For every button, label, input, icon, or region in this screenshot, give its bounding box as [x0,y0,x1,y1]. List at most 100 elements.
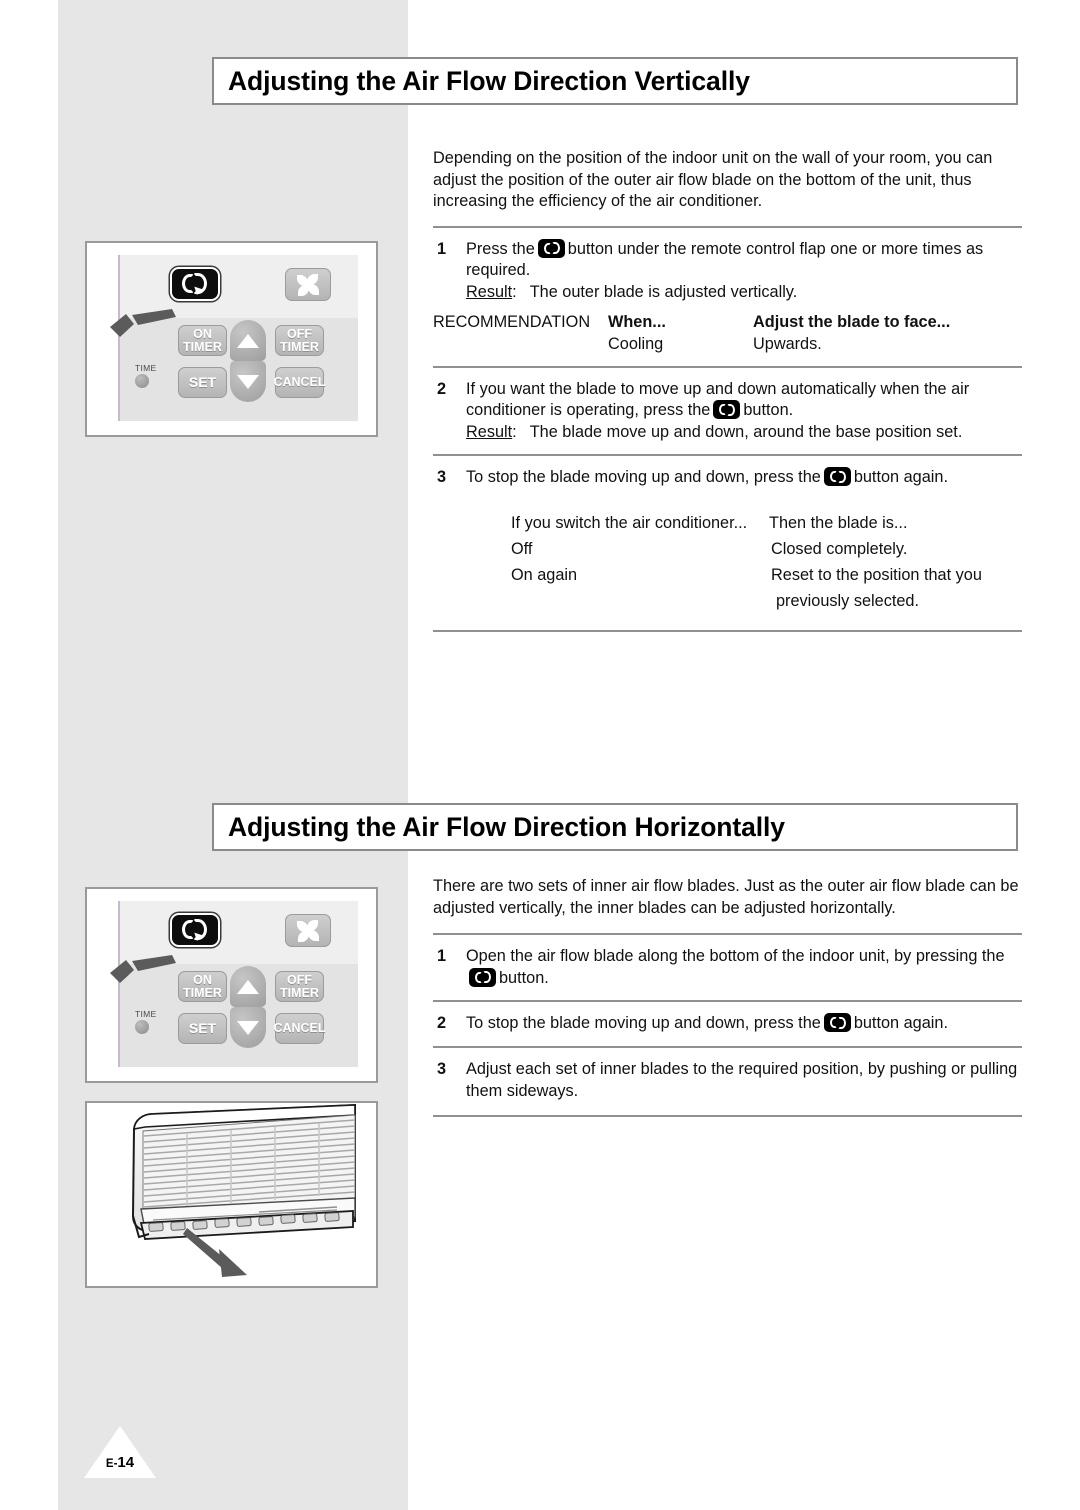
recommendation-header-adjust: Adjust the blade to face... [753,312,951,331]
remote-control-body: ON TIMER SET OFF TIMER CANCEL TIME [110,255,358,421]
off-timer-label-line2: TIMER [280,339,319,354]
remote-control-illustration-horizontal: ON TIMER SET OFF TIMER CANCEL TIME [85,887,378,1083]
result-text: The blade move up and down, around the b… [529,422,963,441]
page-number-prefix: E- [105,1458,118,1470]
time-indicator-lamp [135,374,149,388]
time-indicator-label: TIME [135,1009,157,1019]
step-1-horizontal: 1 Open the air flow blade along the bott… [433,946,1022,989]
step-text-before: Open the air flow blade along the bottom… [466,947,1005,966]
up-button[interactable] [230,320,266,361]
table-row: Off Closed completely. [511,536,1080,562]
swing-blade-button-icon [823,467,851,487]
intro-paragraph-horizontal: There are two sets of inner air flow bla… [433,877,1019,917]
section-title-horizontal: Adjusting the Air Flow Direction Horizon… [212,803,1018,851]
cancel-label: CANCEL [273,375,326,390]
table-row: RECOMMENDATION When... Adjust the blade … [433,311,1022,333]
time-indicator-label: TIME [135,363,157,373]
remote-swing-blade-button[interactable] [170,267,220,301]
step-3-vertical: 3 To stop the blade moving up and down, … [433,467,1022,489]
recommendation-label: RECOMMENDATION [433,312,591,331]
divider [433,629,1022,632]
fan-speed-icon [296,273,320,297]
step-text-before: Adjust each set of inner blades to the r… [466,1059,1018,1100]
swing-blade-button-icon [469,967,496,987]
on-timer-label-line2: TIMER [183,985,222,1000]
set-label: SET [188,374,217,391]
intro-paragraph-vertical: Depending on the position of the indoor … [433,149,993,211]
on-timer-label-line1: ON [193,972,212,987]
remote-control-illustration-vertical: ON TIMER SET OFF TIMER CANCEL TIME [85,241,378,437]
step-text-after: button again. [853,468,948,487]
switch-row-right-line1: Reset to the position that you [771,565,982,584]
remote-up-down-rocker[interactable] [230,966,266,1048]
remote-cancel-button[interactable]: CANCEL [273,367,326,398]
table-row: Cooling Upwards. [433,333,1022,355]
divider [433,1115,1022,1118]
time-indicator: TIME [135,363,169,388]
down-button[interactable] [230,361,266,402]
result-label: Result [466,282,513,301]
swing-blade-button-icon [713,400,741,420]
result-text: The outer blade is adjusted vertically. [529,282,798,301]
recommendation-header-when: When... [608,312,666,331]
up-button[interactable] [230,966,266,1007]
page-number-text: E-14 [84,1454,156,1471]
on-timer-label-line2: TIMER [183,339,222,354]
table-row: If you switch the air conditioner... The… [511,510,1080,536]
time-indicator: TIME [135,1009,169,1034]
switch-row-right: Closed completely. [771,539,908,558]
page-number: E-14 [84,1426,156,1478]
step-1-vertical: 1 Press the button under the remote contr… [433,238,1022,304]
indoor-unit-drawing [131,1103,356,1277]
down-button[interactable] [230,1007,266,1048]
step-2-vertical: 2 If you want the blade to move up and d… [433,379,1022,444]
remote-set-button[interactable]: SET [178,367,227,398]
switch-header-left: If you switch the air conditioner... [511,513,748,532]
switch-header-right: Then the blade is... [769,513,908,532]
recommendation-adjust-value: Upwards. [753,334,822,353]
cancel-label: CANCEL [273,1021,326,1036]
section-1-content: Depending on the position of the indoor … [433,148,1022,632]
remote-off-timer-button[interactable]: OFF TIMER [275,325,324,356]
remote-control-body: ON TIMER SET OFF TIMER CANCEL TIME [110,901,358,1067]
step-number: 3 [437,1059,447,1078]
recommendation-when-value: Cooling [608,334,664,353]
off-timer-label-line1: OFF [287,326,312,341]
switch-row-right-line2: previously selected. [776,591,919,610]
off-timer-label-line1: OFF [287,972,312,987]
swing-blade-button-icon [823,1013,851,1033]
remote-up-down-rocker[interactable] [230,320,266,402]
swing-blade-icon [180,919,210,941]
remote-on-timer-button[interactable]: ON TIMER [178,971,227,1002]
step-number: 3 [437,468,447,487]
remote-swing-blade-button[interactable] [170,913,220,947]
remote-set-button[interactable]: SET [178,1013,227,1044]
down-arrow-icon [237,1020,259,1035]
step-text-before: To stop the blade moving up and down, pr… [466,468,821,487]
step-result-row: Result: The outer blade is adjusted verti… [466,282,1022,304]
set-label: SET [188,1020,217,1037]
switch-state-table: If you switch the air conditioner... The… [511,510,1080,614]
remote-cancel-button[interactable]: CANCEL [273,1013,326,1044]
step-number: 1 [437,947,447,966]
result-label: Result [466,422,513,441]
table-row: On again Reset to the position that you … [511,562,1080,614]
section-title-vertical: Adjusting the Air Flow Direction Vertica… [212,57,1018,105]
time-indicator-lamp [135,1020,149,1034]
page-number-value: 14 [117,1454,135,1471]
swing-blade-button-icon [537,238,565,258]
step-number: 2 [437,379,447,398]
step-result-row: Result: The blade move up and down, aroun… [466,422,1022,444]
step-text-after: button again. [853,1014,948,1033]
step-2-horizontal: 2 To stop the blade moving up and down, … [433,1013,1022,1035]
step-text-after: button. [499,968,549,987]
indoor-unit-illustration [85,1101,378,1288]
remote-off-timer-button[interactable]: OFF TIMER [275,971,324,1002]
up-arrow-icon [237,979,259,994]
remote-fan-speed-button[interactable] [285,914,331,947]
remote-fan-speed-button[interactable] [285,268,331,301]
switch-row-right: Reset to the position that you previousl… [769,562,1080,614]
switch-row-left: On again [511,565,578,584]
section-2-content: There are two sets of inner air flow bla… [433,876,1022,1118]
remote-on-timer-button[interactable]: ON TIMER [178,325,227,356]
